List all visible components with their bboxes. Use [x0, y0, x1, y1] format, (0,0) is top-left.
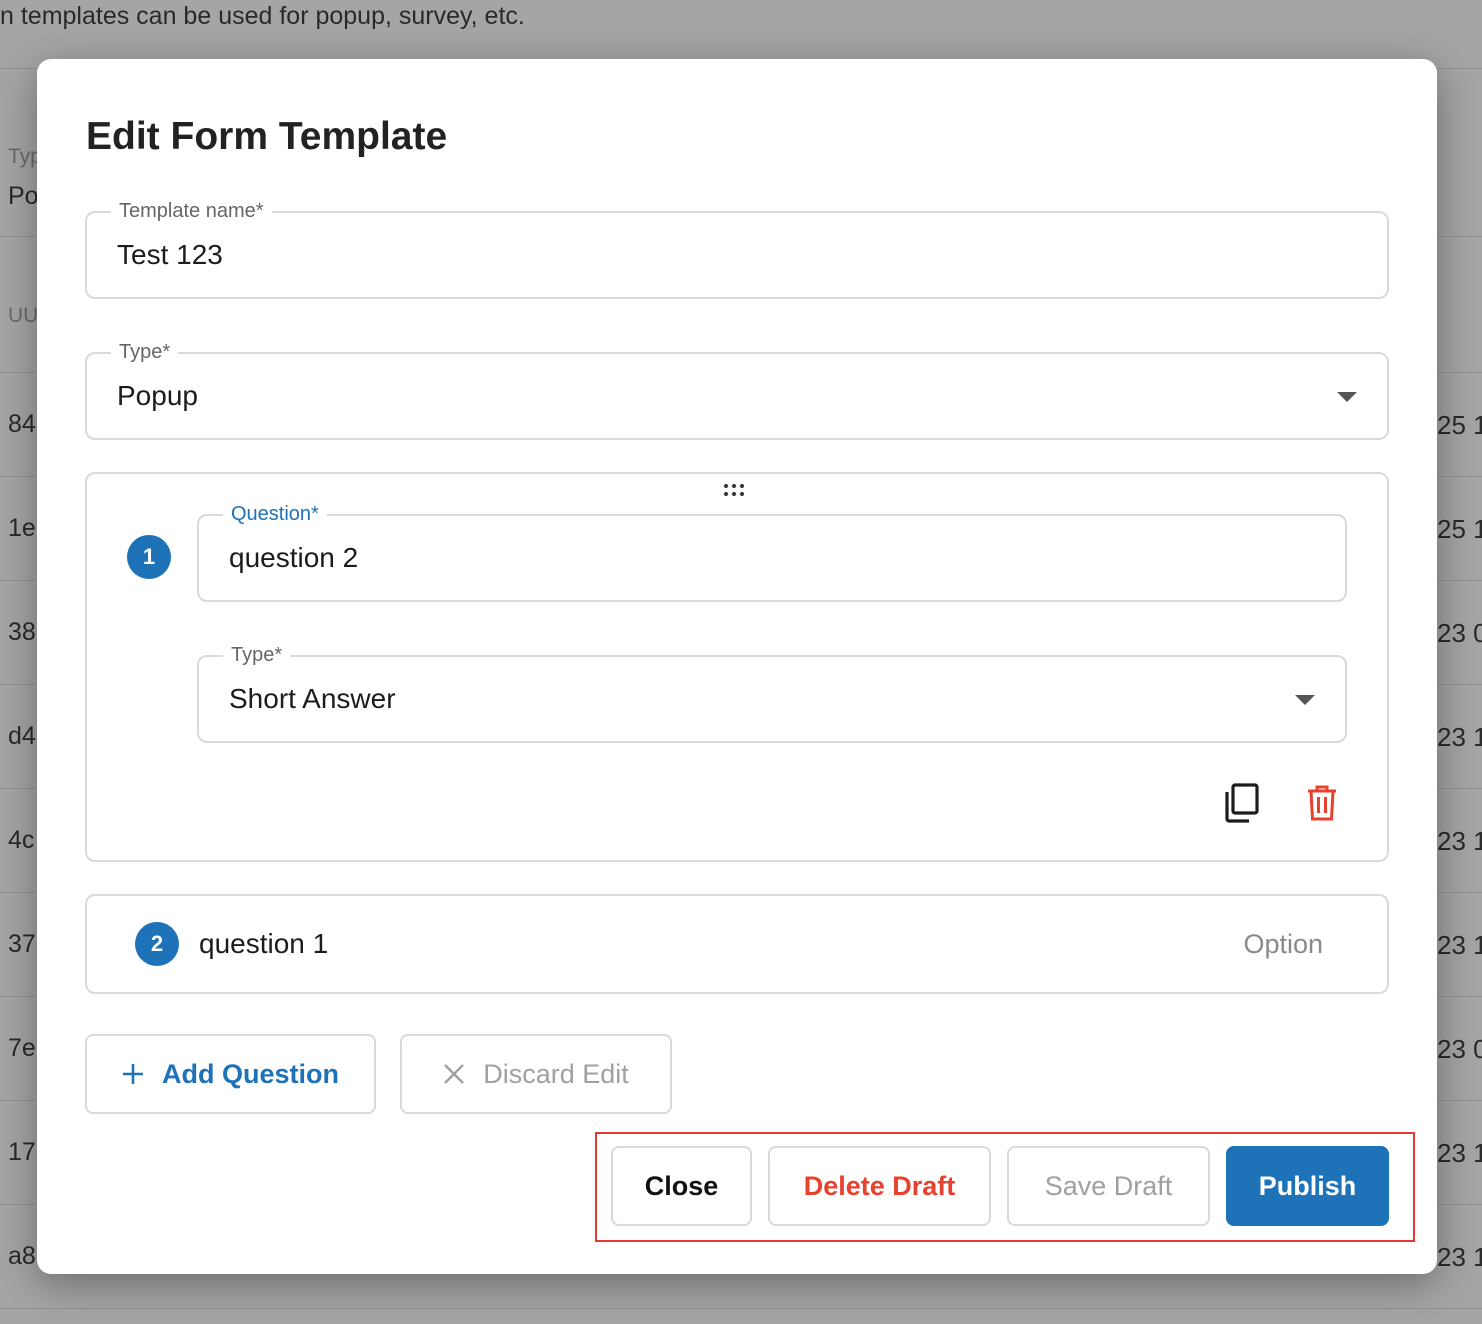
dialog-title: Edit Form Template [86, 115, 448, 158]
table-cell: a8 [8, 1242, 36, 1270]
table-cell: 23 0 [1437, 618, 1482, 648]
discard-edit-label: Discard Edit [483, 1058, 629, 1089]
table-cell: 17 [8, 1138, 36, 1166]
chevron-down-icon [1295, 695, 1315, 705]
table-cell: 84 [8, 410, 36, 438]
divider [0, 1308, 1482, 1309]
plus-icon [122, 1063, 144, 1085]
chevron-down-icon [1337, 392, 1357, 402]
delete-question-button[interactable] [1302, 783, 1342, 823]
table-cell: 1e [8, 514, 36, 542]
table-cell: 23 0 [1437, 1034, 1482, 1064]
table-cell: 23 1 [1437, 826, 1482, 856]
table-cell: 23 1 [1437, 930, 1482, 960]
type-select[interactable]: Type* Popup [85, 339, 1389, 440]
highlight-box [595, 1132, 1415, 1242]
table-cell: 23 1 [1437, 722, 1482, 752]
question-card-collapsed[interactable]: 2 question 1 Option [85, 894, 1389, 994]
question-value: question 2 [229, 542, 359, 573]
template-name-value: Test 123 [117, 239, 223, 270]
duplicate-question-button[interactable] [1222, 783, 1262, 823]
copy-icon [1225, 783, 1259, 823]
table-cell: Po [8, 182, 39, 210]
add-question-button[interactable]: Add Question [85, 1034, 376, 1114]
template-name-field[interactable]: Template name* Test 123 [85, 198, 1389, 299]
close-icon [443, 1063, 465, 1085]
table-cell: d4 [8, 722, 36, 750]
table-header: UU [8, 304, 39, 327]
edit-form-template-dialog: Edit Form Template Template name* Test 1… [37, 59, 1437, 1274]
table-cell: 25 10 [1437, 410, 1482, 440]
table-cell: 25 10 [1437, 514, 1482, 544]
table-cell: 23 1 [1437, 1138, 1482, 1168]
table-cell: 38 [8, 618, 36, 646]
question-text: question 1 [199, 928, 329, 959]
table-cell: 23 1 [1437, 1242, 1482, 1272]
question-number-badge: 1 [127, 535, 171, 579]
page-intro-text: n templates can be used for popup, surve… [0, 2, 525, 30]
question-type-select[interactable]: Type* Short Answer [197, 642, 1347, 743]
question-type-value: Short Answer [229, 683, 396, 714]
add-question-label: Add Question [162, 1058, 339, 1089]
question-text-input[interactable]: Question* question 2 [197, 501, 1347, 602]
discard-edit-button[interactable]: Discard Edit [400, 1034, 672, 1114]
drag-handle-icon[interactable] [724, 484, 748, 500]
question-number-badge: 2 [135, 922, 179, 966]
table-cell: 7e [8, 1034, 36, 1062]
question-type: Option [1243, 928, 1323, 959]
table-cell: 37 [8, 930, 36, 958]
table-cell: 4c [8, 826, 35, 854]
question-card-expanded: 1 Question* question 2 Type* Short Answe… [85, 472, 1389, 862]
type-value: Popup [117, 380, 198, 411]
trash-icon [1308, 785, 1336, 821]
